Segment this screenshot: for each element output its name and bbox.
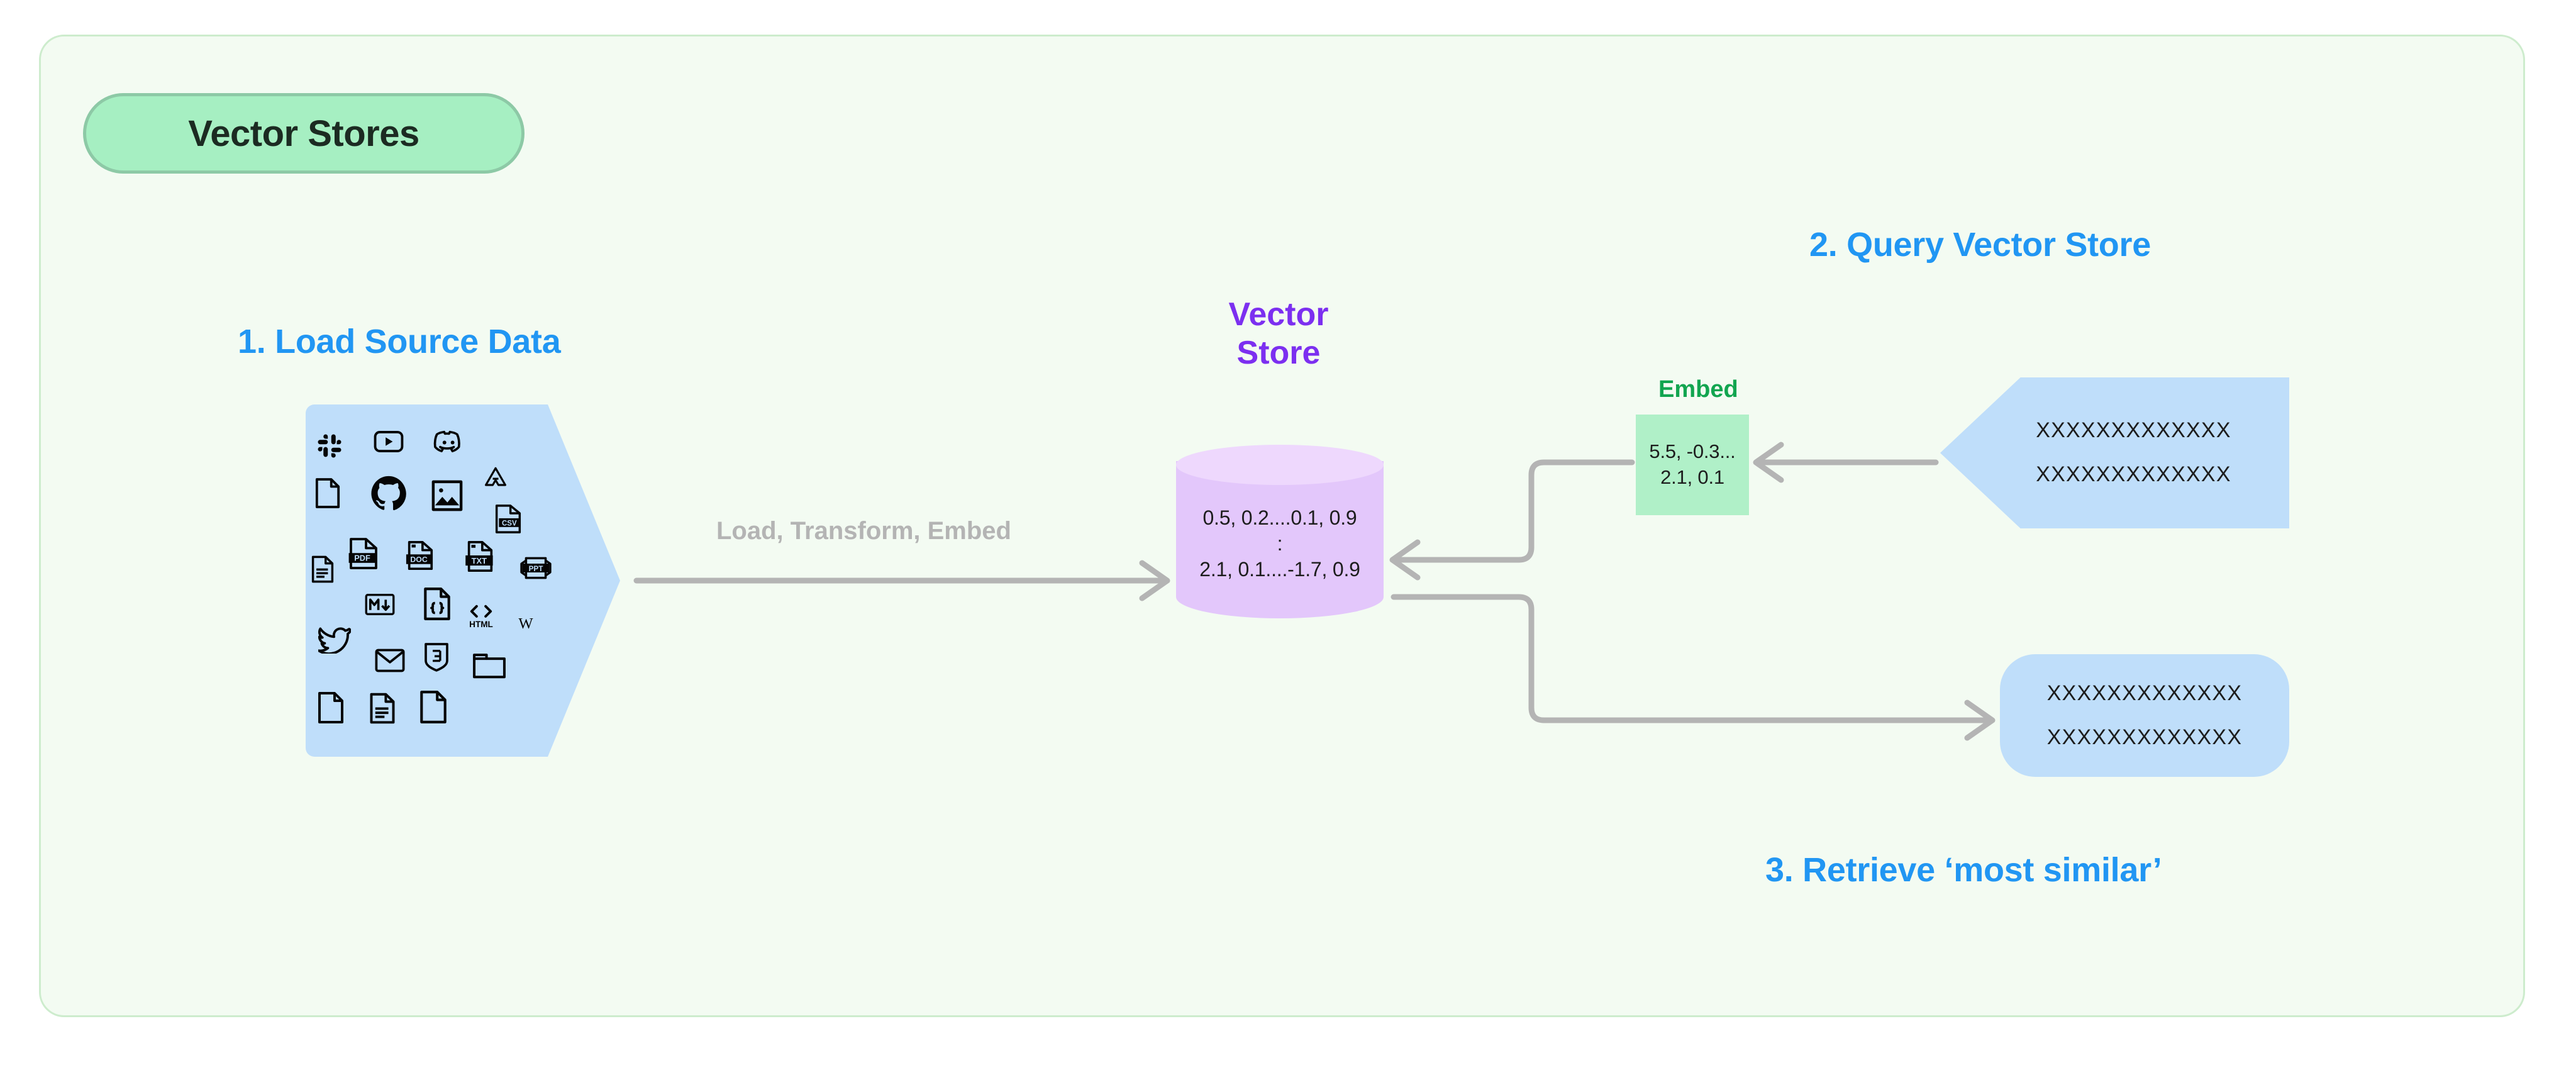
- markdown-icon: [365, 593, 395, 616]
- query-line-2: XXXXXXXXXXXXX: [2036, 462, 2231, 486]
- google-drive-icon: [483, 466, 508, 489]
- document-lines-icon: [311, 555, 335, 583]
- email-icon: [375, 649, 405, 672]
- cylinder-row-3: 2.1, 0.1....-1.7, 0.9: [1199, 557, 1360, 581]
- result-line-2: XXXXXXXXXXXXX: [2046, 725, 2243, 749]
- github-icon: [370, 475, 407, 511]
- svg-text:PDF: PDF: [354, 554, 370, 563]
- youtube-icon: [374, 430, 404, 454]
- step-1-heading: 1. Load Source Data: [238, 323, 561, 360]
- pdf-file-icon: PDF: [347, 537, 380, 570]
- query-text: XXXXXXXXXXXXX XXXXXXXXXXXXX: [2036, 409, 2231, 496]
- vector-stores-title-badge: Vector Stores: [83, 93, 525, 174]
- file-plain-1-icon: [317, 691, 345, 724]
- folder-icon: [472, 651, 506, 680]
- discord-icon: [433, 430, 465, 454]
- csv-file-icon: CSV: [494, 504, 522, 534]
- vector-store-cylinder: 0.5, 0.2....0.1, 0.9 : 2.1, 0.1....-1.7,…: [1176, 445, 1384, 633]
- vector-store-title-line1: Vector: [1228, 296, 1329, 333]
- result-line-1: XXXXXXXXXXXXX: [2046, 681, 2243, 705]
- txt-file-icon: TXT: [463, 540, 497, 574]
- retrieved-result-shape: XXXXXXXXXXXXX XXXXXXXXXXXXX: [2000, 654, 2289, 777]
- file-blank-icon: [314, 477, 341, 509]
- image-icon: [431, 480, 463, 511]
- json-code-file-icon: [423, 587, 452, 621]
- diagram-canvas: Vector Stores 1. Load Source Data 2. Que…: [0, 0, 2576, 1070]
- vector-store-title: Vector Store: [1175, 296, 1382, 373]
- svg-text:W: W: [518, 615, 533, 632]
- vector-store-title-line2: Store: [1236, 335, 1321, 372]
- css3-icon: [423, 642, 450, 672]
- query-line-1: XXXXXXXXXXXXX: [2036, 418, 2231, 443]
- cylinder-vector-values: 0.5, 0.2....0.1, 0.9 : 2.1, 0.1....-1.7,…: [1176, 505, 1384, 582]
- embed-line-2: 2.1, 0.1: [1660, 466, 1724, 488]
- svg-text:HTML: HTML: [469, 620, 493, 629]
- embed-line-1: 5.5, -0.3...: [1649, 440, 1736, 463]
- wikipedia-icon: W: [513, 613, 538, 632]
- embed-vector-values: 5.5, -0.3... 2.1, 0.1: [1649, 439, 1735, 491]
- cylinder-row-2: :: [1277, 532, 1283, 555]
- vector-stores-title-label: Vector Stores: [188, 113, 419, 154]
- slack-icon: [317, 433, 342, 459]
- ppt-file-icon: PPT: [519, 554, 552, 582]
- embed-label: Embed: [1658, 376, 1738, 403]
- svg-text:PPT: PPT: [529, 565, 544, 573]
- twitter-icon: [318, 625, 351, 654]
- step-2-heading: 2. Query Vector Store: [1809, 226, 2151, 264]
- svg-text:CSV: CSV: [502, 520, 517, 527]
- embed-vector-box: 5.5, -0.3... 2.1, 0.1: [1636, 415, 1749, 515]
- cylinder-top-ellipse: [1176, 445, 1384, 485]
- svg-text:DOC: DOC: [410, 555, 427, 564]
- doc-file-icon: DOC: [404, 540, 436, 572]
- step-3-heading: 3. Retrieve ‘most similar’: [1765, 851, 2162, 889]
- html-icon: HTML: [465, 602, 497, 630]
- result-text: XXXXXXXXXXXXX XXXXXXXXXXXXX: [2047, 672, 2242, 759]
- cylinder-row-1: 0.5, 0.2....0.1, 0.9: [1202, 506, 1357, 529]
- file-plain-2-icon: [419, 690, 448, 724]
- file-lines-icon: [369, 693, 396, 724]
- load-transform-embed-label: Load, Transform, Embed: [716, 517, 1011, 545]
- svg-text:TXT: TXT: [472, 556, 487, 566]
